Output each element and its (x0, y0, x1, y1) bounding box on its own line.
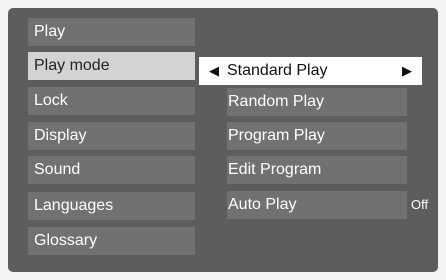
play-mode-current-value: Standard Play (227, 62, 328, 79)
menu-item-lock[interactable]: Lock (28, 87, 195, 115)
right-arrow-icon[interactable]: ▶ (402, 57, 412, 85)
left-arrow-icon[interactable]: ◀ (209, 57, 219, 85)
menu-item-play-mode[interactable]: Play mode (28, 52, 195, 80)
auto-play-value: Off (411, 197, 429, 212)
menu-item-sound[interactable]: Sound (28, 156, 195, 184)
option-program-play[interactable]: Program Play (227, 122, 407, 150)
option-auto-play[interactable]: Auto Play (227, 191, 407, 219)
menu-item-display[interactable]: Display (28, 122, 195, 150)
menu-item-languages[interactable]: Languages (28, 192, 195, 220)
menu-item-play[interactable]: Play (28, 18, 195, 46)
option-random-play[interactable]: Random Play (227, 88, 407, 116)
menu-item-glossary[interactable]: Glossary (28, 227, 195, 255)
option-edit-program[interactable]: Edit Program (227, 156, 407, 184)
play-mode-selector[interactable]: ◀ Standard Play ▶ (199, 57, 422, 85)
menu-panel: Play Play mode Lock Display Sound Langua… (8, 8, 438, 272)
